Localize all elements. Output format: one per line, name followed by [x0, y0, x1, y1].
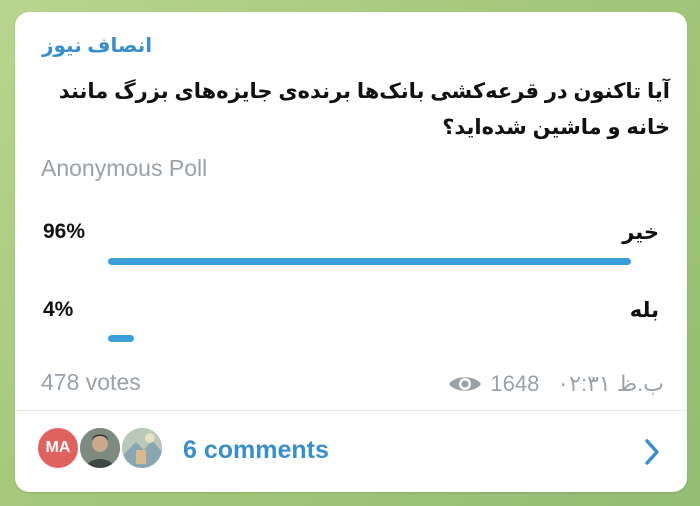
commenter-avatars[interactable]: MA	[36, 426, 166, 472]
option-bar	[108, 258, 631, 265]
views-count: 1648	[490, 371, 540, 396]
avatar	[78, 426, 122, 470]
avatar: MA	[36, 426, 80, 470]
comments-link[interactable]: 6 comments	[183, 436, 329, 465]
poll-type-label: Anonymous Poll	[41, 155, 208, 181]
chevron-right-icon[interactable]	[643, 438, 661, 466]
option-bar	[108, 335, 134, 342]
channel-name[interactable]: انصاف نیوز	[42, 33, 152, 58]
option-percent: 4%	[43, 298, 74, 321]
message-meta: 1648 ب.ظ ۰۲:۳۱	[448, 371, 664, 397]
option-percent: 96%	[43, 220, 86, 243]
votes-count[interactable]: 478 votes	[41, 369, 141, 396]
option-label: خیر	[622, 221, 659, 244]
poll-question: آیا تاکنون در قرعه‌کشی بانک‌ها برنده‌ی ج…	[58, 80, 670, 139]
option-label: بله	[629, 299, 659, 322]
divider	[15, 410, 687, 411]
poll-message-card: انصاف نیوز آیا تاکنون در قرعه‌کشی بانک‌ه…	[15, 12, 687, 492]
eye-icon	[449, 377, 482, 391]
avatar	[120, 426, 164, 470]
message-time: ب.ظ ۰۲:۳۱	[557, 371, 664, 396]
